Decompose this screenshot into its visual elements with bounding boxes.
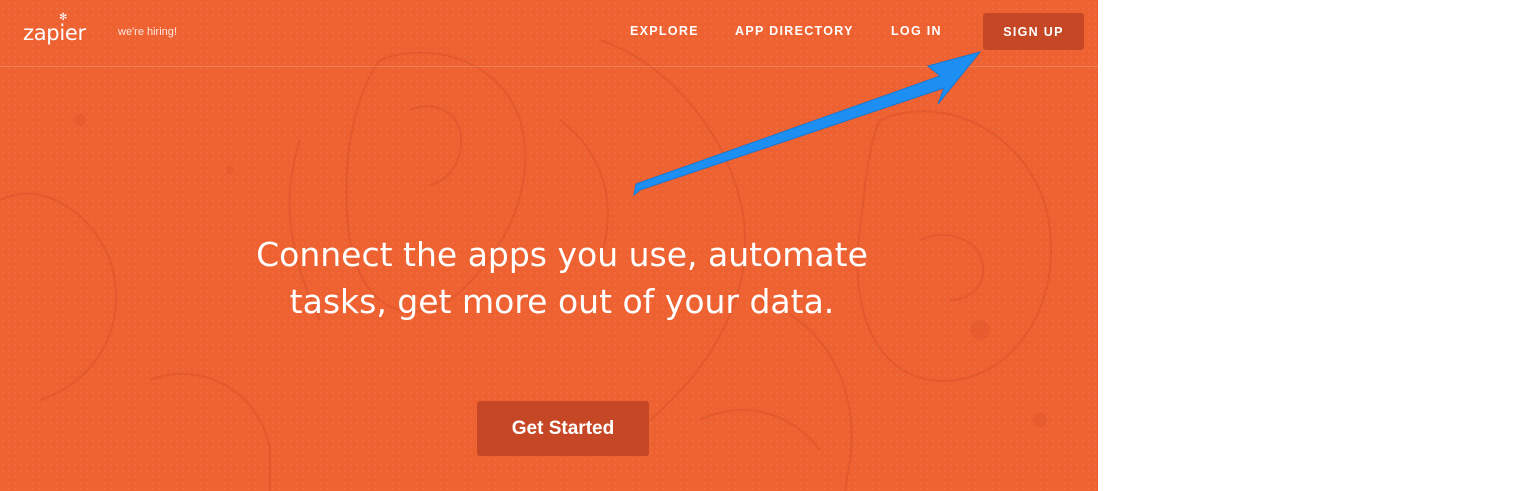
get-started-button[interactable]: Get Started	[477, 401, 649, 456]
headline-line-2: tasks, get more out of your data.	[289, 282, 835, 321]
hiring-link[interactable]: we're hiring!	[118, 26, 177, 38]
nav-app-directory-link[interactable]: APP DIRECTORY	[735, 24, 854, 38]
headline-line-1: Connect the apps you use, automate	[256, 235, 868, 274]
nav-explore-link[interactable]: EXPLORE	[630, 24, 699, 38]
zapier-logo[interactable]: ✻ zapier	[23, 12, 86, 45]
hero-section: ✻ zapier we're hiring! EXPLORE APP DIREC…	[0, 0, 1098, 491]
nav-login-link[interactable]: LOG IN	[891, 24, 942, 38]
hero-headline: Connect the apps you use, automate tasks…	[230, 231, 894, 325]
logo-text: zapier	[23, 21, 86, 45]
page: ✻ zapier we're hiring! EXPLORE APP DIREC…	[0, 0, 1533, 491]
asterisk-icon: ✻	[59, 12, 68, 23]
signup-button[interactable]: SIGN UP	[983, 13, 1084, 50]
top-nav: ✻ zapier we're hiring! EXPLORE APP DIREC…	[0, 0, 1098, 67]
